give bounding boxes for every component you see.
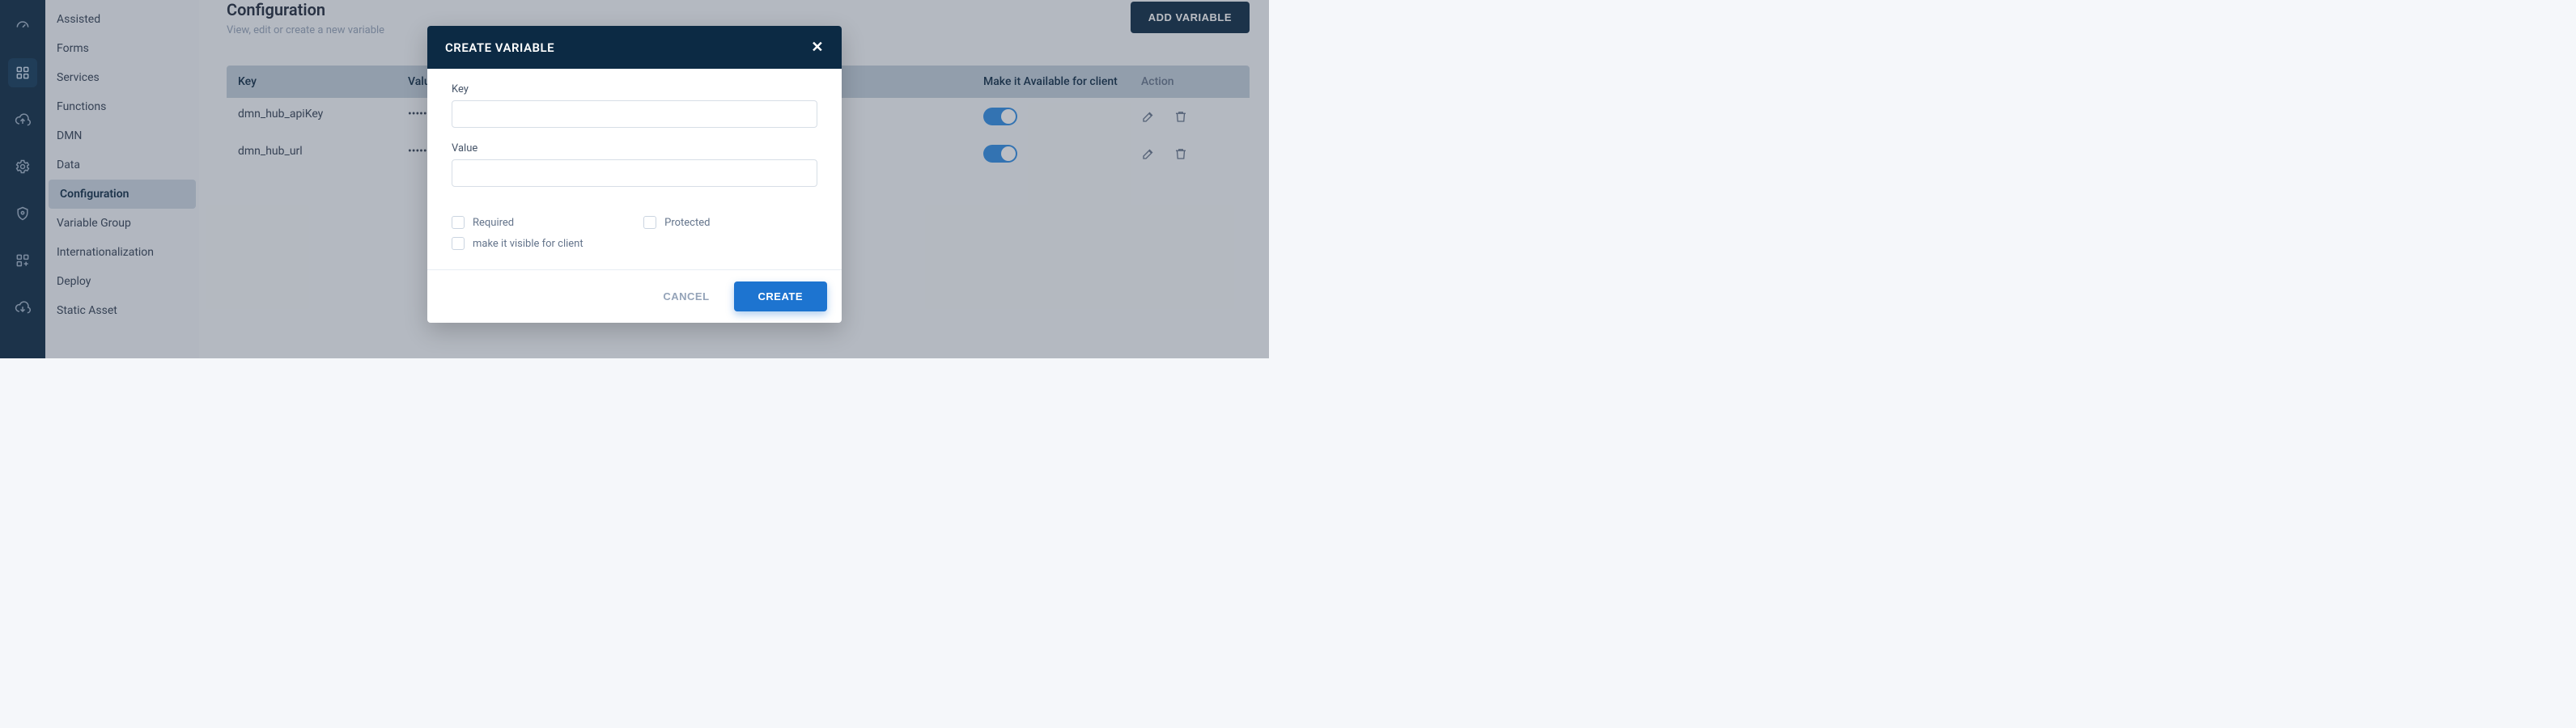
- required-label: Required: [473, 217, 514, 229]
- required-checkbox[interactable]: [452, 216, 465, 229]
- key-field-label: Key: [452, 83, 817, 95]
- protected-checkbox[interactable]: [643, 216, 656, 229]
- create-button[interactable]: CREATE: [734, 281, 827, 311]
- create-variable-modal: CREATE VARIABLE ✕ Key Value Required Pro…: [427, 26, 842, 323]
- visible-checkbox[interactable]: [452, 237, 465, 250]
- value-input[interactable]: [452, 159, 817, 187]
- visible-label: make it visible for client: [473, 238, 584, 250]
- protected-label: Protected: [664, 217, 710, 229]
- value-field-label: Value: [452, 142, 817, 154]
- modal-title: CREATE VARIABLE: [445, 40, 554, 55]
- key-input[interactable]: [452, 100, 817, 128]
- modal-overlay[interactable]: CREATE VARIABLE ✕ Key Value Required Pro…: [0, 0, 1269, 358]
- close-icon[interactable]: ✕: [811, 39, 824, 56]
- cancel-button[interactable]: CANCEL: [663, 290, 709, 303]
